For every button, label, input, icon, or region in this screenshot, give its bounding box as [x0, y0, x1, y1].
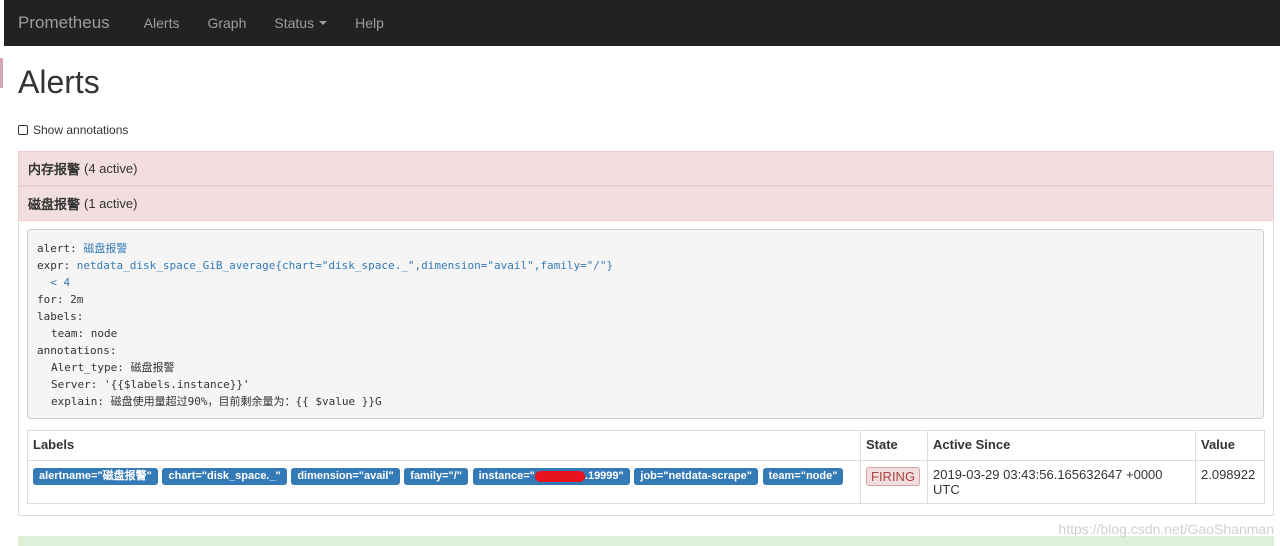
label-badge: team="node" — [762, 468, 844, 485]
rule-explain-line: explain: 磁盘使用量超过90%，目前剩余量为：{{ $value }}G — [51, 395, 382, 408]
rule-expr-cont: < 4 — [37, 274, 1254, 291]
table-row: alertname="磁盘报警" chart="disk_space._" di… — [27, 460, 1265, 504]
nav-graph[interactable]: Graph — [207, 15, 246, 31]
col-value: Value — [1195, 430, 1265, 461]
group-count: (4 active) — [84, 161, 138, 176]
group-count: (1 active) — [84, 196, 138, 211]
state-badge: FIRING — [866, 467, 921, 486]
instance-suffix: .19999" — [584, 470, 624, 482]
state-cell: FIRING — [860, 460, 928, 504]
rule-team-line: team: node — [51, 327, 118, 340]
rule-key: alert: — [37, 242, 77, 255]
label-badge: dimension="avail" — [291, 468, 400, 485]
nav-help[interactable]: Help — [355, 15, 384, 31]
active-since-cell: 2019-03-29 03:43:56.165632647 +0000 UTC — [927, 460, 1196, 504]
page-title: Alerts — [18, 64, 100, 100]
group-name: 磁盘报警 — [28, 197, 81, 212]
rule-server-line: Server: '{{$labels.instance}}' — [51, 378, 250, 391]
next-group-row[interactable] — [18, 536, 1274, 546]
checkbox-icon[interactable] — [18, 125, 28, 135]
rule-alert-line: alert: 磁盘报警 — [37, 240, 1254, 257]
label-badge: chart="disk_space._" — [162, 468, 287, 485]
label-badge: family="/" — [404, 468, 468, 485]
instance-prefix: instance=" — [478, 470, 535, 482]
brand-link[interactable]: Prometheus — [18, 13, 110, 33]
rule-annotations-line: annotations: — [37, 344, 117, 357]
alert-group-disk[interactable]: 磁盘报警 (1 active) — [18, 186, 1274, 221]
label-badge-instance: instance=" .19999" — [472, 468, 630, 485]
show-annotations-label: Show annotations — [33, 123, 129, 137]
rule-key: expr: — [37, 259, 71, 272]
col-active-since: Active Since — [927, 430, 1196, 461]
rule-expr-cont-link[interactable]: < 4 — [50, 276, 70, 289]
left-edge-marker — [0, 58, 3, 88]
nav-status[interactable]: Status — [274, 15, 328, 31]
redaction-mark — [534, 470, 585, 482]
show-annotations-toggle[interactable]: Show annotations — [18, 123, 128, 137]
rule-labels-line: labels: — [37, 310, 84, 323]
label-badge: job="netdata-scrape" — [634, 468, 758, 485]
rule-expr-line: expr: netdata_disk_space_GiB_average{cha… — [37, 257, 1254, 274]
top-navbar: Prometheus Alerts Graph Status Help — [4, 0, 1280, 46]
table-header-row: Labels State Active Since Value — [27, 430, 1265, 461]
chevron-down-icon — [319, 21, 328, 25]
watermark-text: https://blog.csdn.net/GaoShanman — [1058, 521, 1274, 537]
rule-expr-link[interactable]: netdata_disk_space_GiB_average{chart="di… — [77, 259, 613, 272]
col-labels: Labels — [27, 430, 861, 461]
active-alerts-table: Labels State Active Since Value alertnam… — [27, 430, 1265, 504]
group-name: 内存报警 — [28, 162, 81, 177]
label-badge: alertname="磁盘报警" — [33, 468, 158, 485]
nav-status-label: Status — [274, 15, 315, 31]
alert-group-memory[interactable]: 内存报警 (4 active) — [18, 151, 1274, 186]
value-cell: 2.098922 — [1195, 460, 1265, 504]
rule-for-line: for: 2m — [37, 293, 84, 306]
rule-alert-link[interactable]: 磁盘报警 — [83, 242, 127, 255]
rule-definition: alert: 磁盘报警 expr: netdata_disk_space_GiB… — [27, 229, 1264, 419]
rule-alert-type-line: Alert_type: 磁盘报警 — [51, 361, 175, 374]
labels-cell: alertname="磁盘报警" chart="disk_space._" di… — [27, 460, 861, 504]
nav-alerts[interactable]: Alerts — [144, 15, 180, 31]
col-state: State — [860, 430, 928, 461]
